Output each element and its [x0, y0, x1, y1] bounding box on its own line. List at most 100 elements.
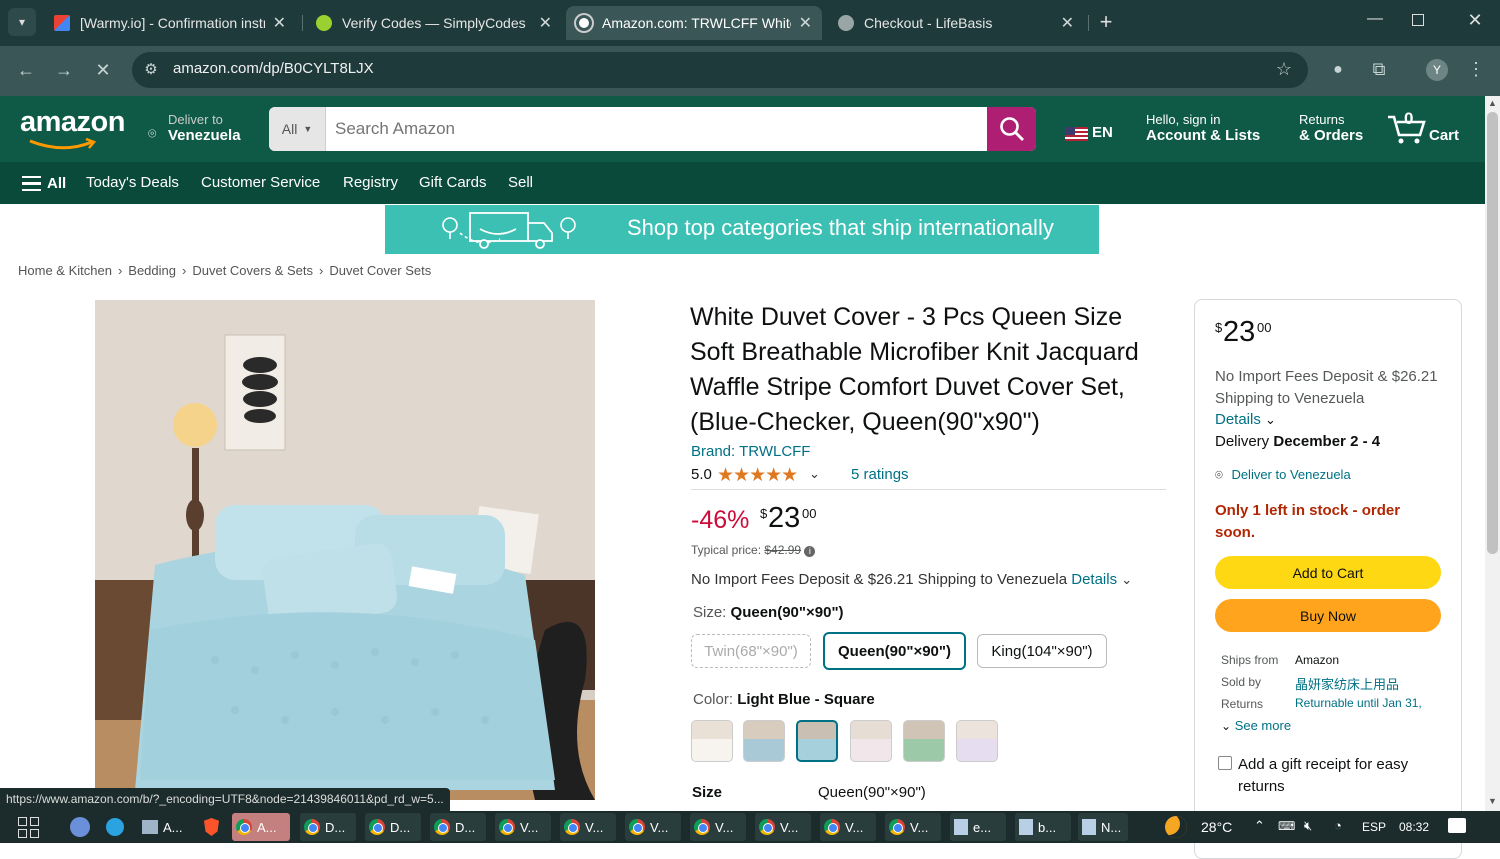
forward-button[interactable]: → [52, 58, 76, 82]
taskbar-app[interactable]: V... [690, 813, 746, 841]
browser-tab-4[interactable]: Checkout - LifeBasis ✕ [828, 6, 1084, 40]
cart-button[interactable]: 0 Cart [1386, 109, 1466, 149]
chevron-down-icon[interactable]: ⌄ [1121, 572, 1132, 587]
back-button[interactable]: ← [14, 58, 38, 82]
deliver-to-button[interactable]: ⌾ Deliver to Venezuela [148, 111, 253, 149]
gift-receipt-checkbox[interactable] [1218, 756, 1232, 770]
size-option-queen-selected[interactable]: Queen(90"×90") [823, 632, 966, 670]
taskbar-app[interactable]: b... [1015, 813, 1071, 841]
keyboard-language[interactable]: ESP [1362, 820, 1386, 834]
extension-button[interactable]: ● [1326, 58, 1350, 82]
ratings-count-link[interactable]: 5 ratings [851, 466, 909, 483]
nav-link-gift-cards[interactable]: Gift Cards [419, 174, 487, 191]
taskbar-app[interactable]: V... [560, 813, 616, 841]
returns-orders-link[interactable]: Returns & Orders [1299, 111, 1374, 149]
all-menu-button[interactable]: All [22, 174, 70, 194]
volume-muted-icon[interactable]: 🔇︎ [1304, 818, 1312, 834]
size-option-twin[interactable]: Twin(68"×90") [691, 634, 811, 668]
buy-now-button[interactable]: Buy Now [1215, 599, 1441, 632]
star-rating-icon[interactable]: ★★★★★ [717, 464, 798, 487]
page-scrollbar[interactable]: ▲ ▼ [1485, 96, 1500, 811]
taskbar-app[interactable]: V... [755, 813, 811, 841]
taskbar-app-1[interactable]: A... [138, 813, 190, 841]
bookmark-button[interactable]: ☆ [1272, 57, 1296, 81]
info-icon[interactable]: i [804, 546, 816, 557]
weather-widget[interactable]: 28°C [1165, 814, 1240, 840]
returns-policy-link[interactable]: Returnable until Jan 31, [1295, 696, 1422, 710]
breadcrumb-link[interactable]: Duvet Covers & Sets [192, 263, 313, 278]
buybox-details-text: Details [1215, 411, 1261, 428]
close-icon[interactable]: ✕ [1061, 13, 1074, 33]
search-input[interactable] [326, 107, 987, 151]
color-swatch-light-blue-square[interactable] [796, 720, 838, 762]
tab-search-button[interactable]: ▾ [8, 8, 36, 36]
scroll-up-icon[interactable]: ▲ [1488, 98, 1497, 108]
color-swatch-white[interactable] [691, 720, 733, 762]
size-option-king[interactable]: King(104"×90") [977, 634, 1107, 668]
deliver-to-link[interactable]: ⌾ Deliver to Venezuela [1215, 467, 1351, 483]
taskbar-app[interactable]: D... [365, 813, 421, 841]
new-tab-button[interactable]: + [1094, 8, 1118, 36]
seller-link[interactable]: 晶妍家纺床上用品 [1295, 674, 1399, 693]
minimize-button[interactable]: — [1360, 10, 1390, 34]
telegram-taskbar-icon[interactable] [106, 818, 124, 836]
taskbar-app-active[interactable]: A... [232, 813, 290, 841]
close-icon[interactable]: ✕ [799, 13, 812, 33]
amazon-logo[interactable]: amazon [20, 106, 130, 152]
restore-button[interactable] [1412, 14, 1424, 26]
search-button[interactable] [987, 107, 1036, 151]
shipping-details-link[interactable]: Details [1071, 571, 1117, 588]
url-text[interactable]: amazon.com/dp/B0CYLT8LJX [173, 60, 374, 77]
input-method-icon[interactable]: ⌨ [1278, 819, 1295, 833]
taskbar-app[interactable]: V... [820, 813, 876, 841]
breadcrumb-link[interactable]: Home & Kitchen [18, 263, 112, 278]
start-button[interactable] [18, 817, 40, 839]
extensions-menu-button[interactable]: ⧉ [1367, 57, 1391, 81]
close-icon[interactable]: ✕ [273, 13, 286, 33]
color-swatch-green[interactable] [903, 720, 945, 762]
tray-chevron-icon[interactable]: ⌃ [1254, 818, 1265, 834]
nav-link-sell[interactable]: Sell [508, 174, 533, 191]
search-category-dropdown[interactable]: All ▼ [269, 107, 326, 151]
browser-tab-2[interactable]: Verify Codes — SimplyCodes ✕ [306, 6, 562, 40]
taskbar-app[interactable]: D... [300, 813, 356, 841]
color-swatch-pink[interactable] [850, 720, 892, 762]
close-window-button[interactable]: ✕ [1462, 10, 1488, 34]
nav-link-customer-service[interactable]: Customer Service [201, 174, 320, 191]
buybox-details-link[interactable]: Details ⌄ [1215, 411, 1276, 428]
taskbar-app[interactable]: N... [1078, 813, 1128, 841]
browser-tab-3-active[interactable]: Amazon.com: TRWLCFF White D ✕ [566, 6, 822, 40]
stop-loading-button[interactable]: ✕ [91, 58, 115, 82]
taskbar-app[interactable]: V... [625, 813, 681, 841]
breadcrumb-link[interactable]: Bedding [128, 263, 176, 278]
color-swatch-lavender[interactable] [956, 720, 998, 762]
add-to-cart-button[interactable]: Add to Cart [1215, 556, 1441, 589]
product-main-image[interactable] [95, 300, 595, 800]
gift-receipt-label[interactable]: Add a gift receipt for easy returns [1238, 754, 1438, 798]
taskbar-pinned-app[interactable] [70, 817, 90, 837]
chevron-down-icon[interactable]: ⌄ [809, 466, 820, 482]
nav-link-todays-deals[interactable]: Today's Deals [86, 174, 179, 191]
browser-menu-button[interactable]: ⋮ [1465, 57, 1487, 81]
nav-link-registry[interactable]: Registry [343, 174, 398, 191]
taskbar-app[interactable]: D... [430, 813, 486, 841]
clock-time[interactable]: 08:32 [1399, 820, 1429, 834]
site-info-button[interactable]: ⚙ [140, 58, 162, 82]
wifi-icon[interactable]: ◔ [1334, 818, 1342, 833]
notifications-button[interactable] [1448, 818, 1466, 833]
taskbar-app[interactable]: V... [885, 813, 941, 841]
account-lists-menu[interactable]: Hello, sign in Account & Lists [1146, 111, 1271, 149]
scrollbar-thumb[interactable] [1487, 112, 1498, 554]
international-shipping-banner[interactable]: Shop top categories that ship internatio… [385, 205, 1099, 254]
brand-link[interactable]: Brand: TRWLCFF [691, 443, 810, 460]
breadcrumb-link[interactable]: Duvet Cover Sets [329, 263, 431, 278]
taskbar-app[interactable]: e... [950, 813, 1006, 841]
scroll-down-icon[interactable]: ▼ [1488, 796, 1497, 806]
profile-avatar[interactable]: Y [1426, 59, 1448, 81]
taskbar-app[interactable]: V... [495, 813, 551, 841]
browser-tab-1[interactable]: [Warmy.io] - Confirmation instr ✕ [44, 6, 296, 40]
see-more-toggle[interactable]: ⌄ See more [1221, 718, 1291, 733]
language-selector[interactable]: EN [1065, 124, 1117, 144]
close-icon[interactable]: ✕ [539, 13, 552, 33]
color-swatch-blue-stripe[interactable] [743, 720, 785, 762]
